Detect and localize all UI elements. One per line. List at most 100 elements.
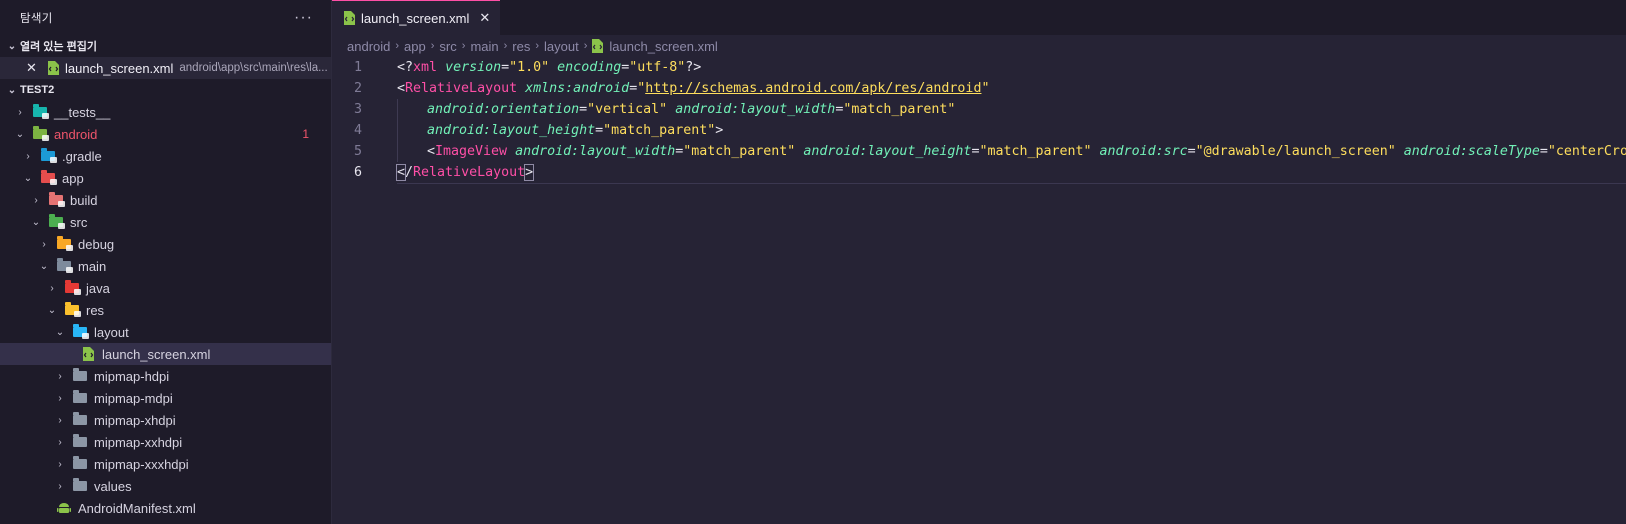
tree-item[interactable]: ⌄ main: [0, 255, 331, 277]
chevron-right-icon[interactable]: ›: [52, 459, 68, 470]
code-punctuation: /: [405, 165, 414, 180]
tree-item-label: res: [86, 302, 105, 318]
code-line[interactable]: 2 <RelativeLayout xmlns:android= "http://s…: [332, 78, 1626, 99]
breadcrumb-item[interactable]: android: [347, 39, 390, 54]
tree-item-label: android: [54, 126, 98, 142]
xml-file-icon: [592, 39, 604, 53]
tab-launch-screen[interactable]: launch_screen.xml ✕: [332, 0, 501, 35]
code-line[interactable]: 4 android:layout_height="match_parent">: [332, 120, 1626, 141]
chevron-right-icon: ›: [535, 40, 540, 52]
chevron-right-icon[interactable]: ›: [20, 151, 36, 162]
chevron-right-icon[interactable]: ›: [12, 107, 28, 118]
chevron-right-icon[interactable]: ›: [52, 371, 68, 382]
chevron-down-icon[interactable]: ⌄: [36, 261, 52, 272]
xml-file-icon: [48, 61, 59, 75]
code-string: "match_parent": [979, 144, 1092, 159]
tree-item[interactable]: › debug: [0, 233, 331, 255]
close-icon[interactable]: ✕: [479, 10, 490, 26]
code-punctuation: [507, 144, 515, 159]
code-punctuation: =: [501, 60, 510, 75]
breadcrumb-item[interactable]: app: [404, 39, 426, 54]
code-punctuation: [667, 102, 675, 117]
code-editor[interactable]: 1 <?xml version="1.0" encoding="utf-8"?> 2…: [332, 57, 1626, 184]
tree-item[interactable]: launch_screen.xml: [0, 343, 331, 365]
close-icon[interactable]: ✕: [26, 60, 44, 76]
explorer-header: 탐색기 ···: [0, 0, 331, 35]
open-editor-item[interactable]: ✕ launch_screen.xml android\app\src\main…: [0, 57, 331, 79]
chevron-down-icon[interactable]: ⌄: [20, 173, 36, 184]
folder-android-icon: [32, 126, 49, 141]
tree-item[interactable]: ⌄ android 1: [0, 123, 331, 145]
workspace-section[interactable]: ⌄ TEST2: [0, 79, 331, 101]
code-punctuation: [1396, 144, 1404, 159]
code-line[interactable]: 6 </RelativeLayout>: [332, 162, 1626, 184]
line-number: 3: [353, 102, 362, 117]
code-line[interactable]: 5 <ImageView android:layout_width = "match_…: [332, 141, 1626, 162]
code-punctuation: <?: [397, 60, 414, 75]
tree-item[interactable]: › .gradle: [0, 145, 331, 167]
code-string: "match_parent": [683, 144, 796, 159]
tree-item[interactable]: ⌄ src: [0, 211, 331, 233]
code-line[interactable]: 3 android:orientation="vertical" android:…: [332, 99, 1626, 120]
tree-item[interactable]: ⌄ layout: [0, 321, 331, 343]
folder-build-icon: [48, 192, 65, 207]
folder-gradle-icon: [40, 148, 57, 163]
indent-guide: [397, 120, 427, 141]
line-number: 5: [353, 144, 362, 159]
folder-layout-icon: [72, 324, 89, 339]
breadcrumb-item[interactable]: res: [512, 39, 530, 54]
breadcrumb-item[interactable]: launch_screen.xml: [609, 39, 717, 54]
tree-item[interactable]: › mipmap-xhdpi: [0, 409, 331, 431]
line-number: 6: [353, 165, 362, 180]
code-line[interactable]: 1 <?xml version="1.0" encoding="utf-8"?>: [332, 57, 1626, 78]
code-string: "utf-8": [629, 60, 686, 75]
code-punctuation: [1092, 144, 1100, 159]
code-tag-name: RelativeLayout: [405, 81, 518, 96]
tree-item[interactable]: AndroidManifest.xml: [0, 497, 331, 519]
tree-item[interactable]: ⌄ res: [0, 299, 331, 321]
chevron-right-icon[interactable]: ›: [52, 415, 68, 426]
tree-item[interactable]: › mipmap-xxxhdpi: [0, 453, 331, 475]
tree-item[interactable]: › mipmap-hdpi: [0, 365, 331, 387]
folder-icon: [72, 368, 88, 383]
tree-item[interactable]: › java: [0, 277, 331, 299]
tree-item[interactable]: › mipmap-mdpi: [0, 387, 331, 409]
tree-item-label: app: [62, 170, 84, 186]
more-actions-icon[interactable]: ···: [294, 9, 313, 27]
breadcrumb-item[interactable]: main: [470, 39, 498, 54]
chevron-down-icon[interactable]: ⌄: [28, 217, 44, 228]
workspace-label: TEST2: [20, 84, 55, 96]
folder-java-icon: [64, 280, 81, 295]
folder-app-icon: [40, 170, 57, 185]
tree-item[interactable]: › values: [0, 475, 331, 497]
open-editors-section[interactable]: ⌄ 열려 있는 편집기: [0, 35, 331, 57]
chevron-down-icon[interactable]: ⌄: [52, 327, 68, 338]
code-string: "1.0": [509, 60, 550, 75]
folder-icon: [72, 456, 88, 471]
tree-item-label: debug: [78, 236, 115, 252]
code-string: ": [981, 81, 990, 96]
chevron-down-icon[interactable]: ⌄: [12, 129, 28, 140]
chevron-right-icon[interactable]: ›: [44, 283, 60, 294]
code-attribute: android:scaleType: [1403, 144, 1540, 159]
tree-item[interactable]: › mipmap-xxhdpi: [0, 431, 331, 453]
chevron-right-icon[interactable]: ›: [52, 437, 68, 448]
chevron-right-icon: ›: [430, 40, 435, 52]
editor-area: launch_screen.xml ✕ android › app › src › main…: [332, 0, 1626, 524]
breadcrumb-item[interactable]: src: [439, 39, 456, 54]
code-attribute: android:orientation: [427, 102, 580, 117]
tree-item[interactable]: › __tests__: [0, 101, 331, 123]
tree-item[interactable]: ⌄ app: [0, 167, 331, 189]
chevron-right-icon[interactable]: ›: [52, 481, 68, 492]
chevron-down-icon[interactable]: ⌄: [44, 305, 60, 316]
tree-item[interactable]: › build: [0, 189, 331, 211]
folder-icon: [72, 390, 88, 405]
chevron-right-icon[interactable]: ›: [28, 195, 44, 206]
breadcrumb-item[interactable]: layout: [544, 39, 579, 54]
chevron-right-icon[interactable]: ›: [52, 393, 68, 404]
chevron-right-icon[interactable]: ›: [36, 239, 52, 250]
breadcrumb: android › app › src › main › res › layout › launch_s…: [332, 35, 1626, 57]
chevron-right-icon: ›: [503, 40, 508, 52]
tree-item-label: layout: [94, 324, 129, 340]
xml-file-icon: [80, 347, 96, 361]
